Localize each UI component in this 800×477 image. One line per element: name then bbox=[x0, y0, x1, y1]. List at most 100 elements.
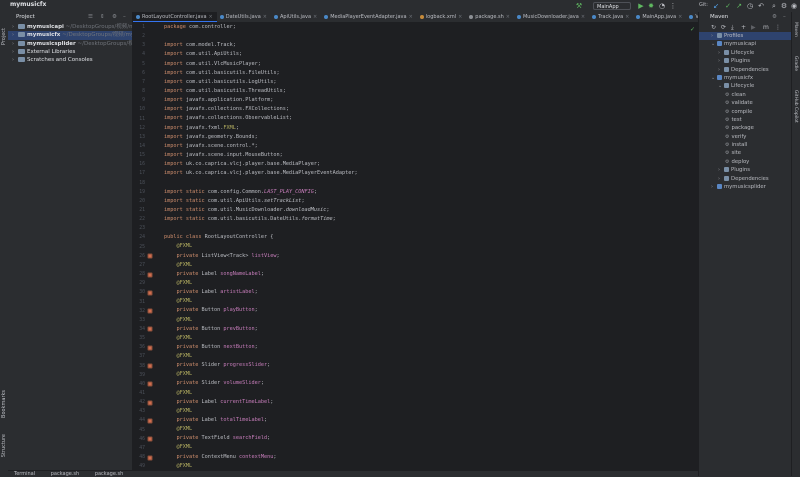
code-line[interactable]: private Slider volumeSlider; bbox=[164, 379, 694, 388]
code-line[interactable]: import static com.util.basicutils.DateUt… bbox=[164, 215, 694, 224]
code-line[interactable]: private Label currentTimeLabel; bbox=[164, 398, 694, 407]
fxml-binding-gutter-icon[interactable] bbox=[147, 272, 153, 278]
code-line[interactable]: import static com.util.MusicDownloader.d… bbox=[164, 206, 694, 215]
coverage-icon[interactable]: ◔ bbox=[658, 2, 666, 10]
code-line[interactable]: public class RootLayoutController { bbox=[164, 233, 694, 242]
project-tree-item[interactable]: › mymusicfx ~/DesktopGroups/视频/mym bbox=[8, 31, 132, 40]
fxml-binding-gutter-icon[interactable] bbox=[147, 455, 153, 461]
fxml-binding-gutter-icon[interactable] bbox=[147, 381, 153, 387]
maven-tree-item[interactable]: ⌄ mymusicfx bbox=[699, 74, 792, 82]
run-icon[interactable]: ▶ bbox=[637, 2, 645, 10]
code-line[interactable]: @FXML bbox=[164, 425, 694, 434]
code-line[interactable]: import javafx.collections.ObservableList… bbox=[164, 114, 694, 123]
fxml-binding-gutter-icon[interactable] bbox=[147, 418, 153, 424]
code-line[interactable]: import javafx.application.Platform; bbox=[164, 96, 694, 105]
code-line[interactable]: import static com.util.ApiUtils.setTrack… bbox=[164, 197, 694, 206]
project-panel-header[interactable]: Project ☰ ⇕ ⚙ – bbox=[8, 12, 132, 23]
code-line[interactable]: private Button prevButton; bbox=[164, 325, 694, 334]
fxml-binding-gutter-icon[interactable] bbox=[147, 436, 153, 442]
code-line[interactable]: import com.model.Track; bbox=[164, 41, 694, 50]
maven-options-gear-icon[interactable]: ⚙ bbox=[772, 12, 777, 23]
editor-tab[interactable]: MusicDownloader.java × bbox=[514, 12, 589, 22]
editor-tab[interactable]: MediaPlayerEventAdapter.java × bbox=[321, 12, 417, 22]
maven-tree-item[interactable]: › Dependencies bbox=[699, 66, 792, 74]
close-icon[interactable]: × bbox=[458, 14, 462, 20]
maven-hide-icon[interactable]: – bbox=[783, 12, 786, 23]
maven-tree-item[interactable]: ⌄ Lifecycle bbox=[699, 82, 792, 90]
reload-icon[interactable]: ↻ bbox=[711, 24, 716, 31]
code-line[interactable]: private TextField searchField; bbox=[164, 434, 694, 443]
close-icon[interactable]: × bbox=[581, 14, 585, 20]
editor-tab[interactable]: RootLayoutController.java × bbox=[133, 12, 217, 22]
code-line[interactable]: import com.util.basicutils.LogUtils; bbox=[164, 78, 694, 87]
maven-tree-item[interactable]: ⚙ site bbox=[699, 149, 792, 157]
code-line[interactable]: @FXML bbox=[164, 389, 694, 398]
fxml-binding-gutter-icon[interactable] bbox=[147, 363, 153, 369]
fxml-binding-gutter-icon[interactable] bbox=[147, 308, 153, 314]
run-config-selector[interactable]: MainApp bbox=[593, 2, 631, 10]
assistant-icon[interactable]: ◉ bbox=[790, 2, 798, 10]
code-line[interactable]: @FXML bbox=[164, 316, 694, 325]
project-tool-button[interactable]: Project bbox=[1, 28, 7, 45]
code-line[interactable]: import javafx.scene.control.*; bbox=[164, 142, 694, 151]
download-icon[interactable]: ⤓ bbox=[731, 24, 734, 32]
maven-tree-item[interactable]: ⚙ clean bbox=[699, 91, 792, 99]
maven-tree-item[interactable]: › Plugins bbox=[699, 166, 792, 174]
code-line[interactable] bbox=[164, 32, 694, 41]
maven-tree-item[interactable]: › Profiles bbox=[699, 32, 792, 41]
inspection-ok-icon[interactable]: ✓ bbox=[690, 26, 695, 33]
editor-tab[interactable]: DateUtils.java × bbox=[217, 12, 271, 22]
project-tree-item[interactable]: ›mymusicapi ~/DesktopGroups/视频/mym bbox=[8, 23, 132, 31]
project-tree-item[interactable]: › External Libraries bbox=[8, 48, 132, 56]
close-icon[interactable]: × bbox=[409, 14, 413, 20]
code-line[interactable]: import uk.co.caprica.vlcj.player.base.Me… bbox=[164, 160, 694, 169]
code-line[interactable]: import static com.config.Common.LAST_PLA… bbox=[164, 188, 694, 197]
code-line[interactable]: private Slider progressSlider; bbox=[164, 361, 694, 370]
expand-all-icon[interactable]: ⇕ bbox=[100, 12, 105, 23]
bookmarks-tool-button[interactable]: Bookmarks bbox=[1, 390, 7, 418]
terminal-session-tab-2[interactable]: package.sh bbox=[95, 471, 123, 477]
code-line[interactable]: @FXML bbox=[164, 334, 694, 343]
search-icon[interactable]: ⌕ bbox=[770, 2, 778, 10]
code-line[interactable]: private Button nextButton; bbox=[164, 343, 694, 352]
settings-gear-icon[interactable]: ⚙ bbox=[780, 2, 788, 10]
maven-tree-item[interactable]: ⚙ validate bbox=[699, 99, 792, 107]
fxml-binding-gutter-icon[interactable] bbox=[147, 253, 153, 259]
code-line[interactable]: @FXML bbox=[164, 261, 694, 270]
code-line[interactable]: import uk.co.caprica.vlcj.player.base.Me… bbox=[164, 169, 694, 178]
git-push-icon[interactable]: ↗ bbox=[735, 2, 743, 10]
project-tree-item[interactable]: › Scratches and Consoles bbox=[8, 56, 132, 64]
maven-tree-item[interactable]: ⚙ compile bbox=[699, 108, 792, 116]
code-line[interactable]: import javafx.scene.input.MouseButton; bbox=[164, 151, 694, 160]
build-hammer-icon[interactable]: ⚒ bbox=[575, 2, 583, 10]
code-line[interactable]: @FXML bbox=[164, 443, 694, 452]
code-line[interactable]: private Button playButton; bbox=[164, 306, 694, 315]
code-line[interactable]: private Label artistLabel; bbox=[164, 288, 694, 297]
editor-tab[interactable]: VlcMusic× bbox=[686, 12, 698, 22]
editor-tab[interactable]: logback.xml × bbox=[417, 12, 467, 22]
copilot-tool-button[interactable]: GitHub Copilot bbox=[793, 90, 798, 123]
code-content[interactable]: package com.controller; import com.model… bbox=[164, 23, 694, 471]
code-line[interactable]: import com.util.VlcMusicPlayer; bbox=[164, 60, 694, 69]
code-line[interactable]: @FXML bbox=[164, 370, 694, 379]
terminal-session-tab-1[interactable]: package.sh bbox=[51, 471, 79, 477]
generate-sources-icon[interactable]: ⟳ bbox=[721, 24, 726, 31]
editor-tab[interactable]: ApiUtils.java × bbox=[271, 12, 321, 22]
code-line[interactable] bbox=[164, 178, 694, 187]
project-tree-item[interactable]: ›mymusicsplider ~/DesktopGroups/视频/m bbox=[8, 40, 132, 48]
editor-tab[interactable]: MainApp.java × bbox=[633, 12, 686, 22]
code-line[interactable] bbox=[164, 224, 694, 233]
fxml-binding-gutter-icon[interactable] bbox=[147, 400, 153, 406]
code-line[interactable]: private Label totalTimeLabel; bbox=[164, 416, 694, 425]
rollback-icon[interactable]: ↶ bbox=[757, 2, 765, 10]
code-line[interactable]: import javafx.collections.FXCollections; bbox=[164, 105, 694, 114]
code-editor[interactable]: 1 2 3 4 5 6 7 8 9 10 11 12 13 14 15 16 17 18 19 20 21 22 23 24 2… bbox=[133, 23, 698, 476]
debug-icon[interactable]: ✸ bbox=[647, 2, 655, 10]
maven-tree-item[interactable]: ⚙ install bbox=[699, 141, 792, 149]
code-line[interactable]: import com.util.basicutils.ThreadUtils; bbox=[164, 87, 694, 96]
close-icon[interactable]: × bbox=[313, 14, 317, 20]
git-commit-icon[interactable]: ✓ bbox=[724, 2, 732, 10]
maven-tree-item[interactable]: ⚙ deploy bbox=[699, 158, 792, 166]
close-icon[interactable]: × bbox=[209, 14, 213, 20]
maven-tree-item[interactable]: › Dependencies bbox=[699, 175, 792, 183]
